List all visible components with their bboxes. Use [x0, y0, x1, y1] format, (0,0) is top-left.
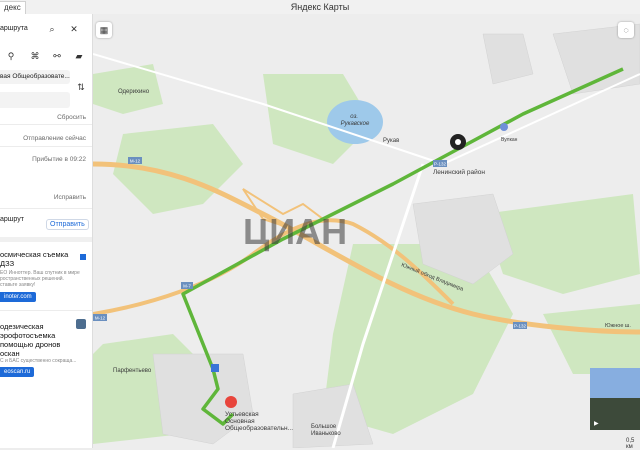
ad-1-button[interactable]: inoter.com [0, 292, 36, 302]
play-icon[interactable]: ▶ [594, 420, 599, 427]
panorama-preview[interactable]: ▶ [590, 368, 640, 430]
label-rukav: Рукав [383, 138, 399, 144]
lake-label-line-1: оз. [350, 114, 358, 120]
swap-icon[interactable]: ⇅ [76, 82, 86, 92]
ad-2-logo [76, 319, 86, 329]
label-ivankovo-line-2: Иваньково [311, 431, 341, 437]
send-route-button[interactable]: Отправить [46, 219, 89, 230]
ad-1-logo [80, 254, 86, 260]
panorama-sky [590, 368, 640, 398]
reset-link[interactable]: Сбросить [57, 114, 86, 121]
label-yuzhnoe: Южное ш. [605, 323, 631, 329]
destination-marker[interactable] [225, 396, 237, 408]
bike-icon[interactable]: ⌘ [30, 51, 40, 61]
label-parfentyevo: Парфентьево [113, 368, 152, 374]
label-bolshoe-ivankovo: Большое Иваньково [311, 424, 341, 437]
fix-link[interactable]: Исправить [54, 194, 86, 201]
label-destination-line-3: Общеобразовательн... [225, 424, 293, 432]
ad-1-body: ЕО Инноттер. Ваш спутник в мире ространс… [0, 270, 80, 288]
share-route-title: аршрут [0, 216, 24, 223]
road-badge-3: М-7 [183, 284, 191, 289]
ad-2-button[interactable]: eoscan.ru [0, 367, 35, 377]
label-bus-stop: Вулкан [501, 137, 518, 143]
scooter-icon[interactable]: ⚯ [52, 51, 62, 61]
label-destination-line-1: Устьевская [225, 411, 259, 418]
add-point-field[interactable] [0, 92, 70, 108]
ad-2-title[interactable]: одезическая эрофотосъемка помощью дронов… [0, 322, 60, 358]
ad-1-title[interactable]: осмическая съемка ДЗЗ [0, 250, 68, 268]
label-leninsky: Ленинский район [433, 168, 485, 176]
road-badge-1: М-12 [130, 159, 141, 164]
map-canvas[interactable]: оз. Рукавское Одерихино Рукав Ленинский … [92, 14, 640, 449]
geolocation-button[interactable]: ◌ [618, 22, 634, 38]
window-title: Яндекс Карты [290, 2, 350, 12]
destination-value: вая Общеобразовате... [0, 73, 70, 80]
bus-stop-icon[interactable] [500, 123, 508, 131]
lake-label-line-2: Рукавское [341, 121, 370, 127]
start-marker-dot [455, 139, 461, 145]
taxi-icon[interactable]: ▰ [74, 51, 84, 61]
walk-icon[interactable]: ⚲ [6, 51, 16, 61]
ad-2-body: С и БАС существенно сокраща... [0, 358, 77, 364]
road-badge-4: Р-132 [514, 324, 527, 329]
route-panel: аршрута ⌕ ✕ ⚲ ⌘ ⚯ ▰ вая Общеобразовате..… [0, 14, 93, 448]
road-badge-5: М-12 [95, 316, 106, 321]
label-destination-line-2: Основная [225, 418, 255, 425]
transit-icon[interactable] [211, 364, 219, 372]
arrival-time: Прибытие в 09:22 [32, 156, 86, 163]
search-icon[interactable]: ⌕ [47, 24, 57, 34]
label-oderikhino: Одерихино [118, 89, 150, 95]
departure-option[interactable]: Отправление сейчас [23, 135, 86, 142]
watermark: ЦИАН [243, 211, 347, 252]
map-layers-button[interactable]: ▦ [96, 22, 112, 38]
close-icon[interactable]: ✕ [69, 24, 79, 34]
route-title: аршрута [0, 25, 28, 32]
window-titlebar: декс Яндекс Карты [0, 0, 640, 15]
scale-label: 0,5 км [626, 438, 635, 450]
route-header: аршрута [0, 22, 50, 38]
destination-field[interactable]: вая Общеобразовате... [0, 70, 70, 84]
label-ivankovo-line-1: Большое [311, 424, 337, 430]
road-badge-2: Р-132 [434, 162, 447, 167]
